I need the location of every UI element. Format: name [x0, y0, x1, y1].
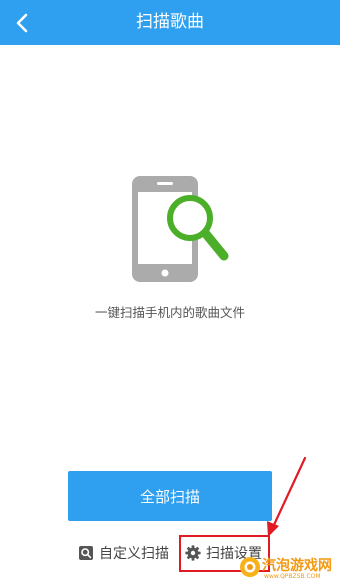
scan-settings-button[interactable]: 扫描设置	[185, 541, 262, 565]
header-bar: 扫描歌曲	[0, 0, 340, 45]
page-title: 扫描歌曲	[136, 12, 204, 32]
phone-search-icon	[132, 176, 229, 282]
custom-scan-label: 自定义扫描	[99, 546, 169, 562]
scan-all-button[interactable]: 全部扫描	[68, 471, 272, 521]
watermark-sub: www.QPBZSB.COM	[264, 573, 321, 580]
scan-description: 一键扫描手机内的歌曲文件	[94, 305, 245, 320]
watermark-text: 汽泡游戏网	[262, 558, 332, 574]
scan-settings-label: 扫描设置	[206, 546, 262, 562]
custom-scan-button[interactable]: 自定义扫描	[78, 541, 169, 565]
gear-icon	[185, 545, 201, 561]
chevron-left-icon	[16, 13, 28, 32]
back-button[interactable]	[0, 0, 44, 45]
folder-search-icon	[78, 545, 94, 561]
